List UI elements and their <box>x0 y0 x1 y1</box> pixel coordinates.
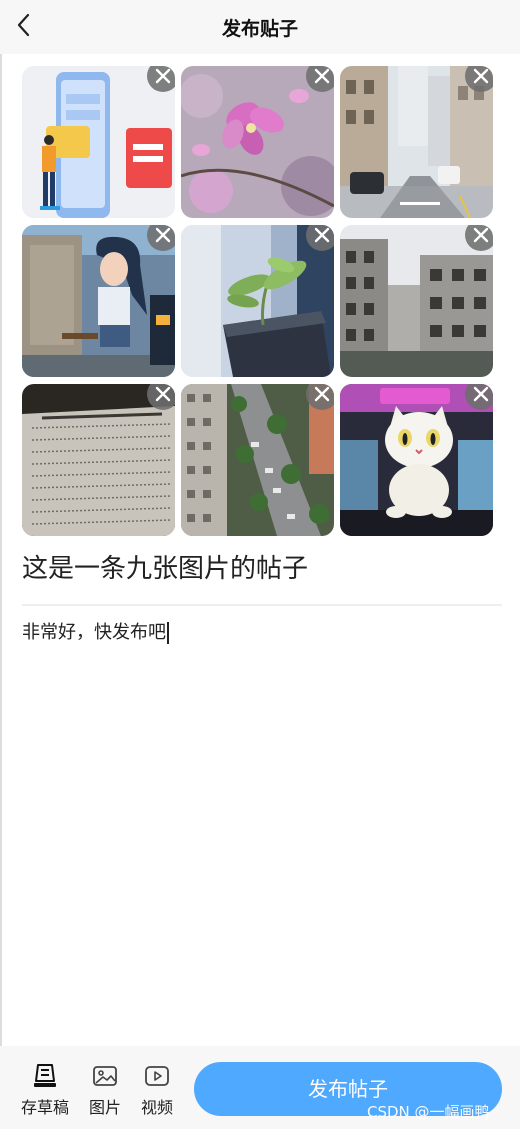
remove-image-button[interactable] <box>465 384 493 410</box>
close-icon <box>473 68 489 84</box>
image-tile[interactable] <box>340 225 493 377</box>
remove-image-button[interactable] <box>147 66 175 92</box>
image-tile[interactable] <box>340 66 493 218</box>
image-icon <box>93 1066 117 1086</box>
image-grid <box>22 66 493 536</box>
close-icon <box>155 227 171 243</box>
save-draft-label: 存草稿 <box>20 1098 69 1117</box>
image-tile[interactable] <box>22 384 175 536</box>
remove-image-button[interactable] <box>465 66 493 92</box>
remove-image-button[interactable] <box>306 384 334 410</box>
close-icon <box>473 386 489 402</box>
watermark: CSDN @一幅画鸭 <box>367 1103 490 1121</box>
image-label: 图片 <box>88 1098 121 1117</box>
text-caret <box>167 622 169 644</box>
image-tile[interactable] <box>22 66 175 218</box>
close-icon <box>155 386 171 402</box>
close-icon <box>473 227 489 243</box>
add-video-button[interactable]: 视频 <box>138 1062 176 1118</box>
draft-icon <box>34 1064 56 1087</box>
close-icon <box>314 227 330 243</box>
divider <box>22 604 502 606</box>
remove-image-button[interactable] <box>147 225 175 251</box>
add-image-button[interactable]: 图片 <box>86 1062 124 1118</box>
post-body-input[interactable]: 非常好，快发布吧 <box>22 621 169 645</box>
close-icon <box>155 68 171 84</box>
image-tile[interactable] <box>22 225 175 377</box>
video-label: 视频 <box>140 1098 173 1117</box>
top-bar: 发布贴子 <box>0 0 520 54</box>
post-title-input[interactable]: 这是一条九张图片的帖子 <box>22 548 308 585</box>
remove-image-button[interactable] <box>465 225 493 251</box>
image-tile[interactable] <box>181 225 334 377</box>
video-icon <box>145 1066 169 1086</box>
close-icon <box>314 386 330 402</box>
close-icon <box>314 68 330 84</box>
frame-edge <box>0 0 2 1129</box>
image-tile[interactable] <box>340 384 493 536</box>
remove-image-button[interactable] <box>147 384 175 410</box>
post-body-text: 非常好，快发布吧 <box>22 622 166 643</box>
page-title: 发布贴子 <box>221 18 298 40</box>
remove-image-button[interactable] <box>306 66 334 92</box>
image-tile[interactable] <box>181 66 334 218</box>
image-tile[interactable] <box>181 384 334 536</box>
save-draft-button[interactable]: 存草稿 <box>20 1062 70 1118</box>
remove-image-button[interactable] <box>306 225 334 251</box>
